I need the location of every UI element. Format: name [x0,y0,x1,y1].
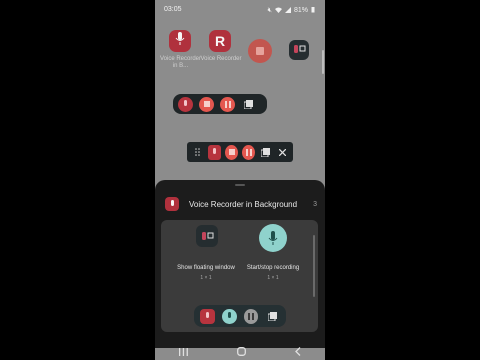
mic-button[interactable] [208,144,221,160]
pause-button[interactable] [220,96,235,112]
app-glyph: R [214,33,226,49]
close-icon [279,148,286,156]
mute-icon: 🔇︎ [267,6,272,14]
copy-button[interactable] [259,145,272,160]
floating-window-icon[interactable] [289,40,309,60]
mic-window-icon [202,232,214,240]
back-icon [294,346,301,356]
app-voice-recorder-bg[interactable] [169,30,191,52]
copy-icon [268,311,278,321]
signal-icon [284,6,291,15]
widget-size: 1 × 1 [200,275,212,281]
widget-picker-sheet: Voice Recorder in Background 3 Show floa… [155,180,325,348]
navigation-bar [155,343,325,360]
mic-window-icon [292,41,306,59]
recents-button[interactable] [179,343,189,360]
copy-button[interactable] [241,97,256,112]
mic-button[interactable] [178,96,193,112]
status-time: 03:05 [164,6,182,13]
stop-icon [228,149,235,155]
home-button[interactable] [237,343,246,360]
widget-size: 1 × 1 [267,275,279,281]
pause-button[interactable] [242,144,255,160]
pause-button[interactable] [243,308,259,324]
drag-icon [195,148,200,156]
status-icons: 🔇︎ 81% [268,6,315,15]
pause-icon [247,312,254,320]
widget-label: Show floating window [177,265,235,271]
app-label-voice-recorder-bg: Voice Recorder in B... [159,56,202,69]
pause-icon [224,100,231,108]
start-stop-widget[interactable] [259,224,287,252]
recents-icon [179,347,189,356]
close-button[interactable] [276,145,289,160]
battery-text: 81% [293,7,308,14]
record-button[interactable] [221,308,237,324]
mic-icon [227,312,231,318]
stop-button[interactable] [225,144,238,160]
floating-stop-button[interactable] [248,39,272,63]
scrollbar[interactable] [313,235,315,297]
copy-button[interactable] [265,309,280,324]
page-scrollbar[interactable] [322,50,324,74]
stop-button[interactable] [199,96,214,112]
phone-screen: 03:05 🔇︎ 81% Voice Recorder in B... R Vo… [155,0,325,360]
drag-handle[interactable] [191,145,204,160]
mic-icon [205,312,209,318]
app-label-voice-recorder: Voice Recorder [200,56,242,62]
battery-icon [311,6,315,15]
pause-icon [245,148,252,156]
mic-icon [213,148,216,154]
widget-label: Start/stop recording [246,265,300,271]
widget-count: 3 [313,201,317,208]
controls-widget-preview[interactable] [194,305,286,327]
widget-preview-panel: Show floating window 1 × 1 Start/stop re… [161,220,318,332]
mic-icon [170,200,174,206]
mic-icon [184,100,187,106]
copy-icon [244,99,253,109]
stop-icon [256,42,264,60]
mic-icon [268,231,278,245]
recorder-controls-bar-compact [187,142,293,162]
sheet-handle[interactable] [235,184,245,186]
app-icon [165,197,179,211]
wifi-icon [274,7,282,15]
floating-window-widget[interactable] [196,225,218,247]
stop-icon [203,101,210,107]
app-voice-recorder[interactable]: R [209,30,231,52]
widget-picker-title: Voice Recorder in Background [189,200,298,209]
status-bar: 03:05 🔇︎ 81% [155,0,325,20]
back-button[interactable] [294,343,301,360]
mic-icon [175,32,185,50]
mic-button[interactable] [200,308,215,324]
copy-icon [261,147,270,157]
recorder-controls-bar [173,94,267,114]
home-icon [237,346,246,356]
